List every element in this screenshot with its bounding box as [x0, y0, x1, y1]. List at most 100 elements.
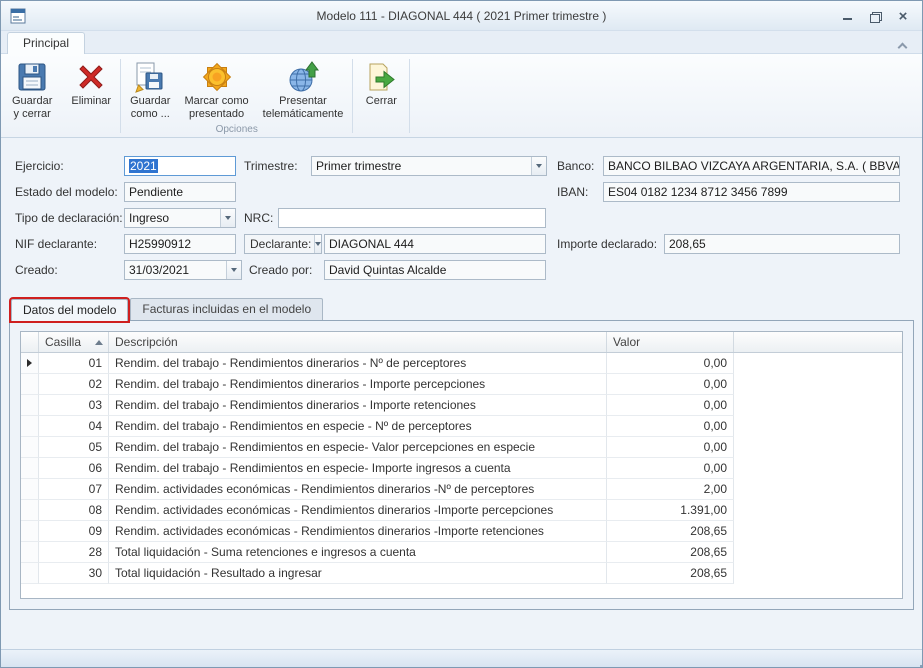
importe-declarado-label: Importe declarado:	[557, 234, 657, 254]
creado-label: Creado:	[15, 260, 58, 280]
data-grid: Casilla Descripción Valor 01 Rendim. del…	[20, 331, 903, 599]
creado-value: 31/03/2021	[129, 263, 189, 277]
ribbon-group-main: Guardar y cerrar Eliminar	[5, 56, 118, 137]
table-row[interactable]: 05 Rendim. del trabajo - Rendimientos en…	[21, 437, 902, 458]
row-indicator	[21, 500, 39, 521]
creado-por-field[interactable]: David Quintas Alcalde	[324, 260, 546, 280]
trimestre-field[interactable]: Primer trimestre	[311, 156, 547, 176]
eliminar-button[interactable]: Eliminar	[64, 57, 118, 123]
exit-icon	[365, 61, 397, 93]
table-row[interactable]: 01 Rendim. del trabajo - Rendimientos di…	[21, 353, 902, 374]
table-row[interactable]: 02 Rendim. del trabajo - Rendimientos di…	[21, 374, 902, 395]
tipo-declaracion-label: Tipo de declaración:	[15, 208, 123, 228]
nrc-label: NRC:	[244, 208, 273, 228]
table-row[interactable]: 28 Total liquidación - Suma retenciones …	[21, 542, 902, 563]
importe-declarado-value: 208,65	[669, 237, 706, 251]
title-bar: Modelo 111 - DIAGONAL 444 ( 2021 Primer …	[1, 1, 922, 31]
cell-casilla: 08	[39, 500, 109, 521]
ribbon-separator	[409, 59, 410, 133]
cell-casilla: 02	[39, 374, 109, 395]
nif-declarante-field[interactable]: H25990912	[124, 234, 236, 254]
nif-declarante-label: NIF declarante:	[15, 234, 97, 254]
guardar-y-cerrar-button[interactable]: Guardar y cerrar	[5, 57, 59, 123]
importe-declarado-field[interactable]: 208,65	[664, 234, 900, 254]
presentar-telematicamente-button[interactable]: Presentar telemáticamente	[256, 57, 351, 123]
trimestre-dropdown-button[interactable]	[531, 157, 546, 175]
creado-por-label: Creado por:	[249, 260, 312, 280]
creado-por-value: David Quintas Alcalde	[329, 263, 446, 277]
row-indicator	[21, 374, 39, 395]
app-window: Modelo 111 - DIAGONAL 444 ( 2021 Primer …	[0, 0, 923, 668]
cerrar-label: Cerrar	[366, 95, 397, 108]
cell-casilla: 28	[39, 542, 109, 563]
row-indicator	[21, 395, 39, 416]
nrc-field[interactable]	[278, 208, 546, 228]
table-row[interactable]: 04 Rendim. del trabajo - Rendimientos en…	[21, 416, 902, 437]
ejercicio-field[interactable]: 2021	[124, 156, 236, 176]
window-controls: ×	[836, 1, 914, 31]
grid-header-descripcion[interactable]: Descripción	[109, 332, 607, 352]
table-row[interactable]: 06 Rendim. del trabajo - Rendimientos en…	[21, 458, 902, 479]
table-row[interactable]: 09 Rendim. actividades económicas - Rend…	[21, 521, 902, 542]
declarante-selector[interactable]: Declarante:	[244, 234, 322, 254]
guardar-como-button[interactable]: Guardar como ...	[123, 57, 177, 123]
cell-casilla: 01	[39, 353, 109, 374]
trimestre-value: Primer trimestre	[316, 159, 401, 173]
creado-dropdown-button[interactable]	[226, 261, 241, 279]
cell-casilla: 09	[39, 521, 109, 542]
estado-modelo-field[interactable]: Pendiente	[124, 182, 236, 202]
nif-declarante-value: H25990912	[129, 237, 191, 251]
cerrar-button[interactable]: Cerrar	[355, 57, 407, 123]
banco-field[interactable]: BANCO BILBAO VIZCAYA ARGENTARIA, S.A. ( …	[603, 156, 900, 176]
minimize-icon	[843, 18, 852, 20]
row-indicator	[21, 563, 39, 584]
iban-field[interactable]: ES04 0182 1234 8712 3456 7899	[603, 182, 900, 202]
table-row[interactable]: 30 Total liquidación - Resultado a ingre…	[21, 563, 902, 584]
cell-filler	[734, 437, 902, 458]
grid-header-row: Casilla Descripción Valor	[21, 332, 902, 353]
tab-datos-del-modelo[interactable]: Datos del modelo	[11, 299, 128, 321]
table-row[interactable]: 03 Rendim. del trabajo - Rendimientos di…	[21, 395, 902, 416]
cell-casilla: 05	[39, 437, 109, 458]
tipo-declaracion-value: Ingreso	[129, 211, 169, 225]
trimestre-label: Trimestre:	[244, 156, 298, 176]
declarante-dropdown-button[interactable]	[314, 235, 321, 253]
resize-grip[interactable]	[916, 661, 918, 663]
chevron-down-icon	[225, 216, 231, 220]
cell-filler	[734, 479, 902, 500]
row-indicator	[21, 521, 39, 542]
row-indicator	[21, 458, 39, 479]
ribbon: Guardar y cerrar Eliminar	[1, 54, 922, 138]
tipo-declaracion-dropdown-button[interactable]	[220, 209, 235, 227]
cell-valor: 0,00	[607, 374, 734, 395]
declarante-field[interactable]: DIAGONAL 444	[324, 234, 546, 254]
close-button[interactable]: ×	[892, 6, 914, 26]
app-icon	[10, 8, 26, 24]
tab-principal[interactable]: Principal	[7, 32, 85, 54]
save-close-icon	[16, 61, 48, 93]
restore-button[interactable]	[864, 6, 886, 26]
ribbon-group-cerrar: Cerrar	[355, 56, 407, 137]
close-icon: ×	[899, 9, 908, 24]
guardar-como-label: Guardar como ...	[130, 95, 170, 121]
grid-header-valor[interactable]: Valor	[607, 332, 734, 352]
table-row[interactable]: 07 Rendim. actividades económicas - Rend…	[21, 479, 902, 500]
ribbon-group-opciones: Guardar como ... Marcar como presentado	[123, 56, 350, 137]
cell-valor: 0,00	[607, 416, 734, 437]
cell-casilla: 03	[39, 395, 109, 416]
tab-facturas-incluidas[interactable]: Facturas incluidas en el modelo	[130, 298, 323, 320]
marcar-como-presentado-button[interactable]: Marcar como presentado	[177, 57, 255, 123]
cell-descripcion: Total liquidación - Resultado a ingresar	[109, 563, 607, 584]
grid-header-casilla[interactable]: Casilla	[39, 332, 109, 352]
cell-valor: 208,65	[607, 563, 734, 584]
banco-value: BANCO BILBAO VIZCAYA ARGENTARIA, S.A. ( …	[608, 159, 900, 173]
table-row[interactable]: 08 Rendim. actividades económicas - Rend…	[21, 500, 902, 521]
cell-valor: 2,00	[607, 479, 734, 500]
cell-valor: 208,65	[607, 521, 734, 542]
ribbon-collapse-button[interactable]	[894, 39, 910, 51]
presentar-telematicamente-label: Presentar telemáticamente	[263, 95, 344, 121]
tipo-declaracion-field[interactable]: Ingreso	[124, 208, 236, 228]
creado-field[interactable]: 31/03/2021	[124, 260, 242, 280]
minimize-button[interactable]	[836, 6, 858, 26]
save-as-icon	[134, 61, 166, 93]
